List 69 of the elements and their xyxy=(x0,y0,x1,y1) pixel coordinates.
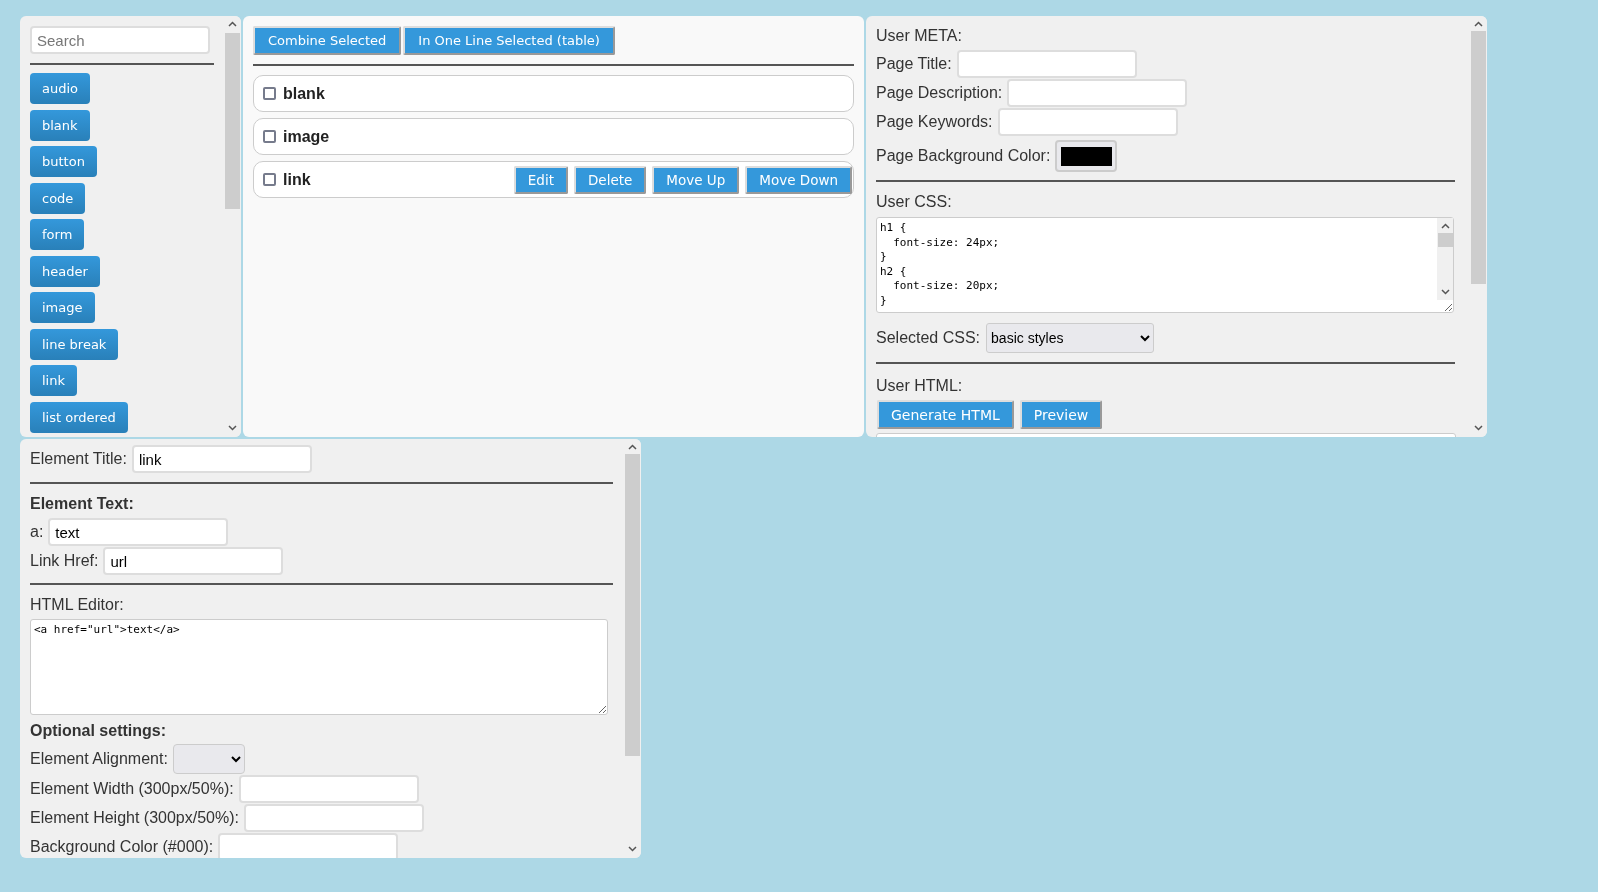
scroll-down-icon[interactable] xyxy=(1474,425,1483,431)
field-label: a: xyxy=(30,523,44,541)
text-field[interactable] xyxy=(244,804,424,832)
element-type-button[interactable]: blank xyxy=(30,109,90,141)
field-label: Page Description: xyxy=(876,84,1003,102)
action-button[interactable]: Move Up xyxy=(652,165,740,194)
field-label: HTML Editor: xyxy=(30,596,125,614)
field-label: Background Color (#000): xyxy=(30,838,214,856)
field-label: Page Title: xyxy=(876,55,952,73)
color-picker[interactable] xyxy=(1055,140,1118,172)
scroll-up-icon[interactable] xyxy=(1474,21,1483,27)
element-title: link xyxy=(283,170,311,189)
field-label: Link Href: xyxy=(30,552,99,570)
field-label: Selected CSS: xyxy=(876,329,981,347)
text-field[interactable]: link xyxy=(131,445,312,473)
action-button[interactable]: Edit xyxy=(513,165,568,194)
element-type-button[interactable]: header xyxy=(30,255,100,287)
field-label: Page Background Color: xyxy=(876,147,1051,165)
html-button[interactable]: Preview xyxy=(1019,400,1103,429)
toolbar-button[interactable]: Combine Selected xyxy=(253,26,402,55)
text-field[interactable] xyxy=(1007,79,1188,107)
text-field[interactable]: text xyxy=(48,518,229,546)
scrollbar[interactable] xyxy=(224,16,241,437)
html-button[interactable]: Generate HTML xyxy=(877,400,1014,429)
scrollbar[interactable] xyxy=(1470,16,1487,437)
field-label: Element Alignment: xyxy=(30,750,168,768)
element-title: blank xyxy=(283,84,325,103)
section-label: User META: xyxy=(876,27,963,45)
section-label: User HTML: xyxy=(876,377,964,395)
text-field[interactable] xyxy=(997,108,1178,136)
scroll-down-icon[interactable] xyxy=(1440,289,1450,295)
toolbar-button[interactable]: In One Line Selected (table) xyxy=(403,26,615,55)
css-select[interactable]: basic styles xyxy=(986,323,1155,353)
css-editor[interactable]: h1 { font-size: 24px; } h2 { font-size: 20px; } xyxy=(876,217,1454,313)
action-button[interactable]: Delete xyxy=(573,165,647,194)
text-field[interactable] xyxy=(956,50,1137,78)
checkbox[interactable] xyxy=(263,173,276,186)
field-label: Element Title: xyxy=(30,450,127,468)
checkbox[interactable] xyxy=(263,130,276,143)
scroll-up-icon[interactable] xyxy=(1440,223,1450,229)
field-label: Page Keywords: xyxy=(876,113,993,131)
text-field[interactable] xyxy=(238,775,419,803)
scroll-up-icon[interactable] xyxy=(628,444,637,450)
scrollbar[interactable] xyxy=(1437,218,1453,300)
element-type-button[interactable]: line break xyxy=(30,328,119,360)
action-button[interactable]: Move Down xyxy=(745,165,852,194)
search-field[interactable]: Search xyxy=(30,26,210,54)
section-heading: Element Text: xyxy=(30,495,135,513)
text-field[interactable] xyxy=(218,833,399,858)
section-label: User CSS: xyxy=(876,193,953,211)
element-type-button[interactable]: button xyxy=(30,146,97,177)
text-field[interactable]: url xyxy=(103,547,284,575)
scroll-down-icon[interactable] xyxy=(228,425,237,431)
element-type-button[interactable]: audio xyxy=(30,73,91,104)
element-type-button[interactable]: code xyxy=(30,182,86,214)
section-heading: Optional settings: xyxy=(30,722,167,740)
element-type-button[interactable]: image xyxy=(30,292,95,323)
element-title: image xyxy=(283,127,330,146)
scrollbar[interactable] xyxy=(624,439,641,858)
field-label: Element Width (300px/50%): xyxy=(30,780,234,798)
element-type-button[interactable]: form xyxy=(30,219,85,250)
checkbox[interactable] xyxy=(263,87,276,100)
field-label: Element Height (300px/50%): xyxy=(30,809,239,827)
scroll-down-icon[interactable] xyxy=(628,846,637,852)
html-editor[interactable]: <a href="url">text</a> xyxy=(30,619,608,715)
scroll-up-icon[interactable] xyxy=(228,21,237,27)
element-type-button[interactable]: link xyxy=(30,365,77,396)
element-type-button[interactable]: list ordered xyxy=(30,401,128,433)
scrollbar-thumb[interactable] xyxy=(1437,233,1453,247)
